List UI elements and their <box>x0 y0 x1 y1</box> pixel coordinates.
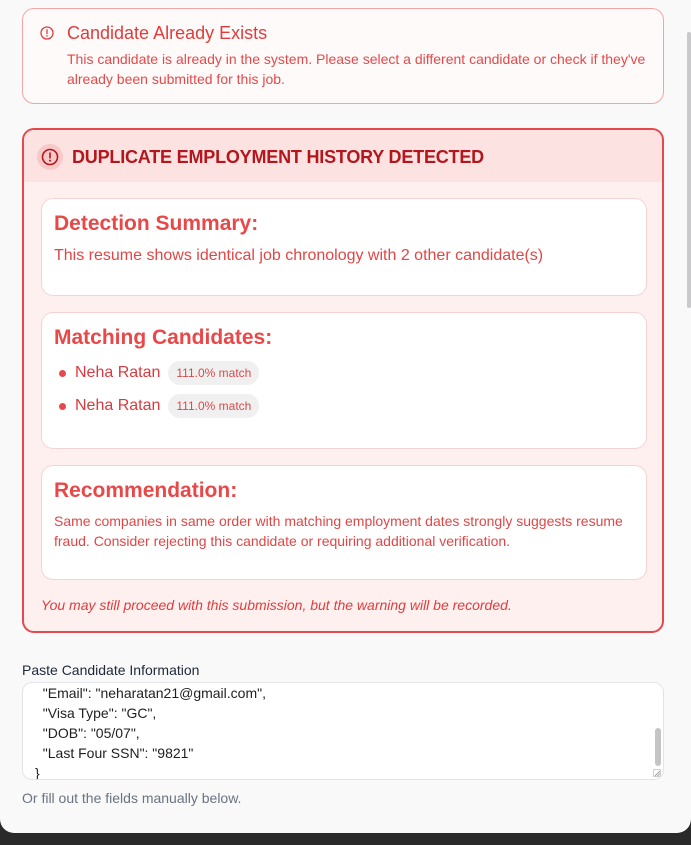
text-line: } <box>35 765 40 780</box>
alert-circle-icon <box>41 148 59 166</box>
candidate-exists-alert: Candidate Already Exists This candidate … <box>22 8 664 104</box>
matching-candidates-card: Matching Candidates: Neha Ratan 111.0% m… <box>41 312 647 449</box>
match-badge: 111.0% match <box>168 361 260 385</box>
duplicate-alert-title: DUPLICATE EMPLOYMENT HISTORY DETECTED <box>72 147 484 167</box>
detection-summary-heading: Detection Summary: <box>54 212 259 235</box>
recommendation-card: Recommendation: Same companies in same o… <box>41 465 647 580</box>
recommendation-heading: Recommendation: <box>54 479 238 502</box>
matching-candidates-heading: Matching Candidates: <box>54 326 273 349</box>
submission-panel: Candidate Already Exists This candidate … <box>0 0 691 833</box>
list-item: Neha Ratan 111.0% match <box>59 394 260 418</box>
paste-label: Paste Candidate Information <box>22 662 200 678</box>
match-badge: 111.0% match <box>168 394 260 418</box>
panel-scrollbar[interactable] <box>687 32 691 308</box>
alert-description: This candidate is already in the system.… <box>67 51 646 87</box>
text-line: "Visa Type": "GC", <box>35 705 157 721</box>
text-line: "Last Four SSN": "9821" <box>35 745 194 761</box>
candidate-name: Neha Ratan <box>75 397 161 414</box>
duplicate-alert-header: DUPLICATE EMPLOYMENT HISTORY DETECTED <box>24 130 662 182</box>
bullet-dot <box>59 402 66 410</box>
detection-summary-text: This resume shows identical job chronolo… <box>54 247 544 264</box>
duplicate-history-alert: DUPLICATE EMPLOYMENT HISTORY DETECTED De… <box>22 128 664 633</box>
paste-candidate-textarea[interactable]: "Email": "neharatan21@gmail.com", "Visa … <box>22 682 664 780</box>
alert-circle-icon <box>40 26 54 40</box>
bullet-dot <box>59 369 66 377</box>
recommendation-text: Same companies in same order with matchi… <box>54 513 623 549</box>
detection-summary-card: Detection Summary: This resume shows ide… <box>41 198 647 296</box>
alert-title: Candidate Already Exists <box>67 23 268 43</box>
paste-content[interactable]: "Email": "neharatan21@gmail.com", "Visa … <box>35 683 266 780</box>
alert-icon-badge <box>37 144 63 170</box>
resize-handle-icon[interactable] <box>653 769 661 777</box>
list-item: Neha Ratan 111.0% match <box>59 361 260 385</box>
proceed-note: You may still proceed with this submissi… <box>41 597 512 613</box>
text-line: "Email": "neharatan21@gmail.com", <box>35 685 266 701</box>
manual-entry-hint: Or fill out the fields manually below. <box>22 790 242 806</box>
text-line: "DOB": "05/07", <box>35 725 140 741</box>
candidate-name: Neha Ratan <box>75 364 161 381</box>
textarea-scrollbar[interactable] <box>655 728 661 766</box>
